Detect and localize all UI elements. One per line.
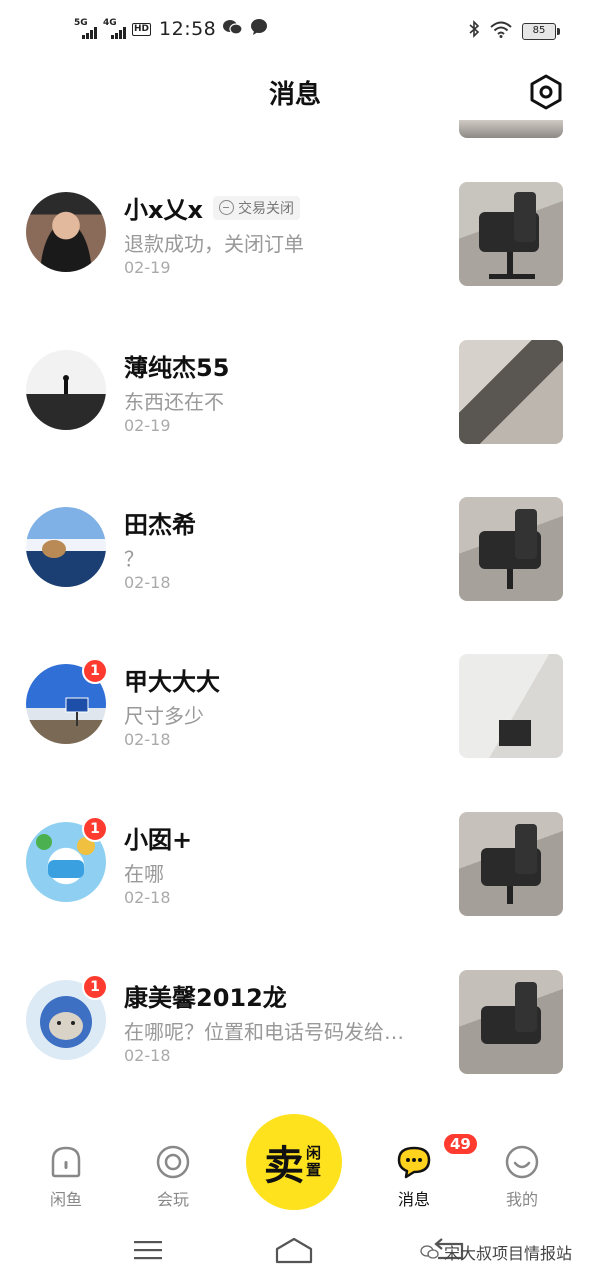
- chat-bubble-icon: 49: [392, 1132, 479, 1184]
- item-thumbnail[interactable]: [459, 120, 563, 138]
- contact-name: 小x乂x: [124, 196, 203, 224]
- signal-4g-icon: 4G: [103, 19, 126, 39]
- avatar[interactable]: 1: [26, 974, 108, 1060]
- sell-button-label: 卖: [264, 1142, 304, 1189]
- conversation-row[interactable]: 小x乂x 交易关闭 退款成功，关闭订单 02-19: [0, 170, 590, 300]
- network-type-label: 5G: [74, 18, 88, 28]
- conversation-row[interactable]: 田杰希 ？ 02-18: [0, 485, 590, 615]
- bluetooth-icon: [468, 20, 480, 42]
- status-badge: 交易关闭: [212, 195, 300, 220]
- unread-badge: 1: [82, 816, 108, 842]
- message-date: 02-18: [124, 1046, 171, 1065]
- chat-bubble-icon: [250, 18, 268, 40]
- closed-circle-icon: [218, 200, 234, 215]
- nav-play-label: 会玩: [156, 1190, 189, 1209]
- smile-icon: [500, 1140, 544, 1184]
- message-date: 02-19: [124, 416, 171, 435]
- hexagon-settings-icon: [530, 74, 562, 110]
- item-thumbnail[interactable]: [459, 812, 563, 916]
- conversation-row[interactable]: 1 康美馨2012龙 在哪呢？位置和电话号码发给… 02-18: [0, 958, 590, 1088]
- avatar[interactable]: 1: [26, 816, 108, 902]
- home-icon: [44, 1140, 88, 1184]
- message-date: 02-18: [124, 730, 171, 749]
- contact-name: 田杰希: [124, 511, 196, 539]
- wechat-icon: [222, 18, 244, 40]
- bottom-nav: 闲鱼 会玩 卖 闲置 49 消息 我的: [0, 1112, 590, 1222]
- watermark-text: 宋大叔项目情报站: [443, 1244, 572, 1263]
- message-preview: 在哪呢？位置和电话号码发给…: [124, 1020, 404, 1044]
- sell-button-sublabel: 闲置: [306, 1144, 322, 1179]
- avatar[interactable]: 1: [26, 658, 108, 744]
- settings-button[interactable]: [524, 70, 568, 114]
- unread-badge: 1: [82, 658, 108, 684]
- wechat-icon: [420, 1245, 439, 1259]
- unread-badge: 1: [82, 974, 108, 1000]
- system-nav-bar: 宋大叔项目情报站: [0, 1222, 590, 1280]
- nav-home[interactable]: 闲鱼: [26, 1140, 106, 1210]
- message-date: 02-19: [124, 258, 171, 277]
- status-badge-label: 交易关闭: [237, 200, 294, 217]
- home-button[interactable]: [274, 1232, 314, 1268]
- item-thumbnail[interactable]: [459, 340, 563, 444]
- contact-name: 甲大大大: [124, 668, 220, 696]
- message-date: 02-18: [124, 573, 171, 592]
- item-thumbnail[interactable]: [459, 497, 563, 601]
- nav-messages[interactable]: 49 消息: [374, 1132, 479, 1210]
- nav-home-label: 闲鱼: [49, 1190, 82, 1209]
- wifi-icon: [490, 21, 512, 42]
- message-preview: 东西还在不: [124, 390, 224, 414]
- message-date: 02-18: [124, 888, 171, 907]
- item-thumbnail[interactable]: [459, 970, 563, 1074]
- message-preview: ？: [124, 547, 144, 571]
- messages-count-badge: 49: [442, 1132, 479, 1156]
- contact-name: 小囡+: [124, 826, 193, 854]
- message-preview: 在哪: [124, 862, 164, 886]
- nav-mine-label: 我的: [505, 1190, 538, 1209]
- nav-mine[interactable]: 我的: [482, 1140, 562, 1210]
- item-thumbnail[interactable]: [459, 654, 563, 758]
- conversation-row[interactable]: 薄纯杰55 东西还在不 02-19: [0, 328, 590, 458]
- conversation-row[interactable]: 1 甲大大大 尺寸多少 02-18: [0, 642, 590, 772]
- contact-name: 康美馨2012龙: [124, 984, 287, 1012]
- menu-icon: [134, 1241, 162, 1260]
- status-bar: 5G 4G HD 12:58 85: [0, 0, 590, 64]
- contact-name: 薄纯杰55: [124, 354, 230, 382]
- nav-play[interactable]: 会玩: [133, 1140, 213, 1210]
- recents-button[interactable]: [128, 1232, 168, 1268]
- house-icon: [275, 1237, 313, 1264]
- nav-messages-label: 消息: [397, 1190, 430, 1209]
- network-type-label: 4G: [103, 18, 117, 28]
- page-title: 消息: [268, 80, 321, 110]
- conversation-list[interactable]: 小x乂x 交易关闭 退款成功，关闭订单 02-19 薄纯杰55 东西还在不 02…: [0, 120, 590, 1100]
- page-header: 消息: [0, 64, 590, 120]
- conversation-row[interactable]: 1 小囡+ 在哪 02-18: [0, 800, 590, 930]
- item-thumbnail[interactable]: [459, 182, 563, 286]
- watermark: 宋大叔项目情报站: [420, 1240, 572, 1264]
- sell-button[interactable]: 卖 闲置: [246, 1114, 342, 1210]
- battery-icon: 85: [522, 22, 560, 40]
- message-preview: 退款成功，关闭订单: [124, 232, 304, 256]
- avatar[interactable]: [26, 507, 106, 587]
- signal-5g-icon: 5G: [74, 19, 97, 39]
- target-icon: [151, 1140, 195, 1184]
- avatar[interactable]: [26, 350, 106, 430]
- hd-voice-icon: HD: [132, 22, 152, 36]
- status-time: 12:58: [159, 18, 217, 40]
- message-preview: 尺寸多少: [124, 704, 204, 728]
- avatar[interactable]: [26, 192, 106, 272]
